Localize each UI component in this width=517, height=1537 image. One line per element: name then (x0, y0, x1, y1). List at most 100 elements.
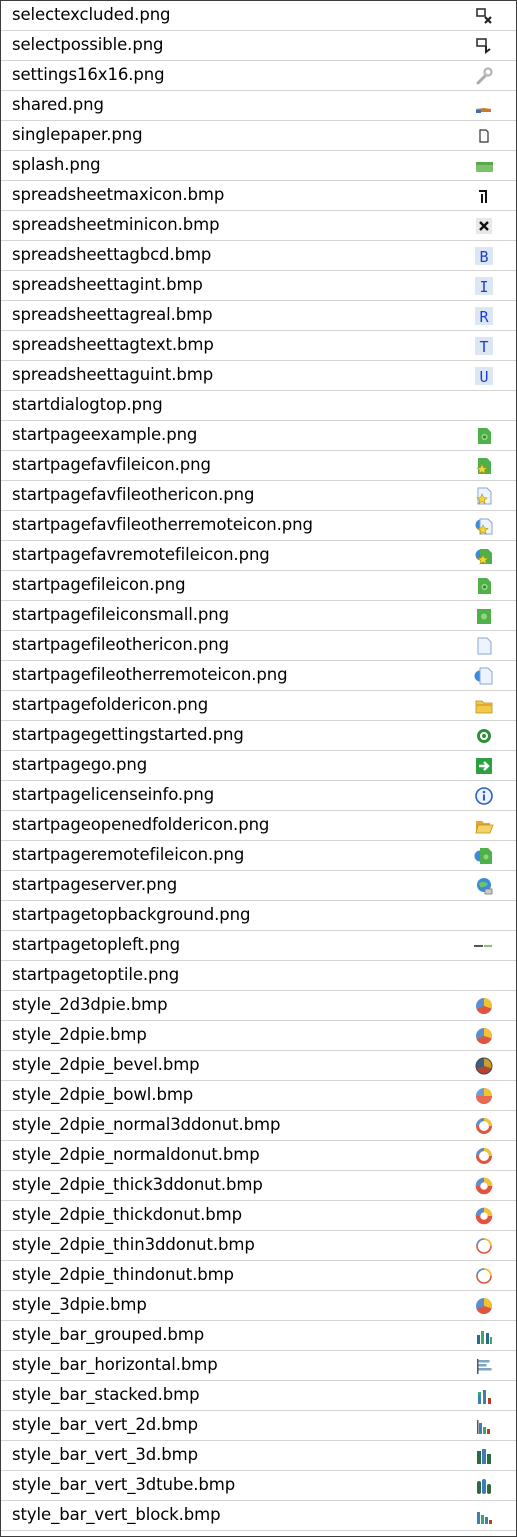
bar-vert-3dtube-icon (474, 1476, 494, 1496)
green-file-small-icon (474, 606, 494, 626)
list-item[interactable]: style_bar_vert_block.bmp (1, 1501, 516, 1531)
shared-hand-icon (474, 96, 494, 116)
list-item[interactable]: startpagefavfileicon.png (1, 451, 516, 481)
list-item[interactable]: singlepaper.png (1, 121, 516, 151)
thick-donut-icon (474, 1176, 494, 1196)
list-item[interactable]: startpagefoldericon.png (1, 691, 516, 721)
splash-icon (474, 156, 494, 176)
file-name: startdialogtop.png (12, 395, 163, 414)
list-item[interactable]: spreadsheettaguint.bmp U (1, 361, 516, 391)
select-excluded-icon (474, 6, 494, 26)
list-item[interactable]: style_bar_grouped.bmp (1, 1321, 516, 1351)
file-name: startpageopenedfoldericon.png (12, 815, 270, 834)
list-item[interactable]: selectpossible.png (1, 31, 516, 61)
list-item[interactable]: style_bar_vert_3d.bmp (1, 1441, 516, 1471)
list-item[interactable]: style_bar_stacked.bmp (1, 1381, 516, 1411)
list-item[interactable]: style_2dpie_normal3ddonut.bmp (1, 1111, 516, 1141)
file-name: style_2dpie_thin3ddonut.bmp (12, 1235, 255, 1254)
thin-donut-icon (474, 1266, 494, 1286)
list-item[interactable]: style_2dpie_thindonut.bmp (1, 1261, 516, 1291)
list-item[interactable]: style_2dpie_normaldonut.bmp (1, 1141, 516, 1171)
file-name: singlepaper.png (12, 125, 143, 144)
list-item[interactable]: spreadsheetmaxicon.bmp (1, 181, 516, 211)
list-item[interactable]: startpagefavremotefileicon.png (1, 541, 516, 571)
spreadsheet-min-icon (474, 216, 494, 236)
file-name: startpagefileiconsmall.png (12, 605, 229, 624)
bar-vert-2d-icon (474, 1416, 494, 1436)
spreadsheet-max-icon (474, 186, 494, 206)
getting-started-icon (474, 726, 494, 746)
list-item[interactable]: startpagefavfileotherremoteicon.png (1, 511, 516, 541)
list-item[interactable]: style_bar_vert_2d.bmp (1, 1411, 516, 1441)
file-name: style_2dpie_normaldonut.bmp (12, 1145, 260, 1164)
file-name: style_2dpie.bmp (12, 1025, 147, 1044)
file-name: startpagetoptile.png (12, 965, 180, 984)
file-name: settings16x16.png (12, 65, 165, 84)
list-item[interactable]: style_2dpie.bmp (1, 1021, 516, 1051)
go-arrow-icon (474, 756, 494, 776)
list-item[interactable]: startpagegettingstarted.png (1, 721, 516, 751)
file-name: spreadsheetmaxicon.bmp (12, 185, 225, 204)
list-item[interactable]: spreadsheettagbcd.bmp B (1, 241, 516, 271)
list-item[interactable]: style_bar_horizontal.bmp (1, 1351, 516, 1381)
list-item[interactable]: startpagelicenseinfo.png (1, 781, 516, 811)
list-item[interactable]: startpagefileicon.png (1, 571, 516, 601)
bar-horizontal-icon (474, 1356, 494, 1376)
list-item[interactable]: startpageremotefileicon.png (1, 841, 516, 871)
file-name: splash.png (12, 155, 101, 174)
top-left-logo-icon (474, 936, 494, 956)
list-item[interactable]: style_2dpie_bevel.bmp (1, 1051, 516, 1081)
list-item[interactable]: shared.png (1, 91, 516, 121)
pie-icon (474, 1296, 494, 1316)
list-item[interactable]: style_bar_vert_3dtube.bmp (1, 1471, 516, 1501)
list-item[interactable]: style_2dpie_thin3ddonut.bmp (1, 1231, 516, 1261)
file-name: startpagego.png (12, 755, 148, 774)
list-item[interactable]: style_2d3dpie.bmp (1, 991, 516, 1021)
file-name: selectexcluded.png (12, 5, 171, 24)
file-name: startpagefavfileothericon.png (12, 485, 255, 504)
list-item[interactable]: style_3dpie.bmp (1, 1291, 516, 1321)
list-item[interactable]: startpagetopbackground.png (1, 901, 516, 931)
tag-r-icon: R (474, 306, 494, 326)
file-list: selectexcluded.png selectpossible.png sett… (0, 0, 517, 1537)
list-item[interactable]: startpagefileothericon.png (1, 631, 516, 661)
list-item[interactable]: style_2dpie_bowl.bmp (1, 1081, 516, 1111)
list-item[interactable]: startdialogtop.png (1, 391, 516, 421)
file-name: shared.png (12, 95, 104, 114)
wrench-icon (474, 66, 494, 86)
file-name: style_2dpie_thick3ddonut.bmp (12, 1175, 263, 1194)
fav-file-other-remote-icon (474, 516, 494, 536)
list-item[interactable]: selectexcluded.png (1, 1, 516, 31)
list-item[interactable]: startpageopenedfoldericon.png (1, 811, 516, 841)
list-item[interactable]: settings16x16.png (1, 61, 516, 91)
bar-vert-3d-icon (474, 1446, 494, 1466)
file-name: style_2dpie_bowl.bmp (12, 1085, 194, 1104)
list-item[interactable]: startpageexample.png (1, 421, 516, 451)
thin-donut-icon (474, 1236, 494, 1256)
list-item[interactable]: startpagetopleft.png (1, 931, 516, 961)
list-item[interactable]: spreadsheetminicon.bmp (1, 211, 516, 241)
list-item[interactable]: style_2dpie_thickdonut.bmp (1, 1201, 516, 1231)
list-item[interactable]: style_2dpie_thick3ddonut.bmp (1, 1171, 516, 1201)
list-item[interactable]: spreadsheettagreal.bmp R (1, 301, 516, 331)
list-item[interactable]: startpagego.png (1, 751, 516, 781)
list-item[interactable]: startpagetoptile.png (1, 961, 516, 991)
list-item[interactable]: spreadsheettagint.bmp I (1, 271, 516, 301)
file-name: startpagetopleft.png (12, 935, 181, 954)
file-name: startpagefileothericon.png (12, 635, 229, 654)
remote-file-icon (474, 846, 494, 866)
file-name: style_bar_vert_3d.bmp (12, 1445, 198, 1464)
tag-i-icon: I (474, 276, 494, 296)
list-item[interactable]: startpagefileotherremoteicon.png (1, 661, 516, 691)
bar-stacked-icon (474, 1386, 494, 1406)
list-item[interactable]: splash.png (1, 151, 516, 181)
file-name: style_2d3dpie.bmp (12, 995, 168, 1014)
tag-t-icon: T (474, 336, 494, 356)
list-item[interactable]: startpagefileiconsmall.png (1, 601, 516, 631)
list-item[interactable]: startpageserver.png (1, 871, 516, 901)
list-item[interactable]: startpagefavfileothericon.png (1, 481, 516, 511)
file-name: startpageremotefileicon.png (12, 845, 245, 864)
pie-icon (474, 1026, 494, 1046)
info-icon (474, 786, 494, 806)
list-item[interactable]: spreadsheettagtext.bmp T (1, 331, 516, 361)
